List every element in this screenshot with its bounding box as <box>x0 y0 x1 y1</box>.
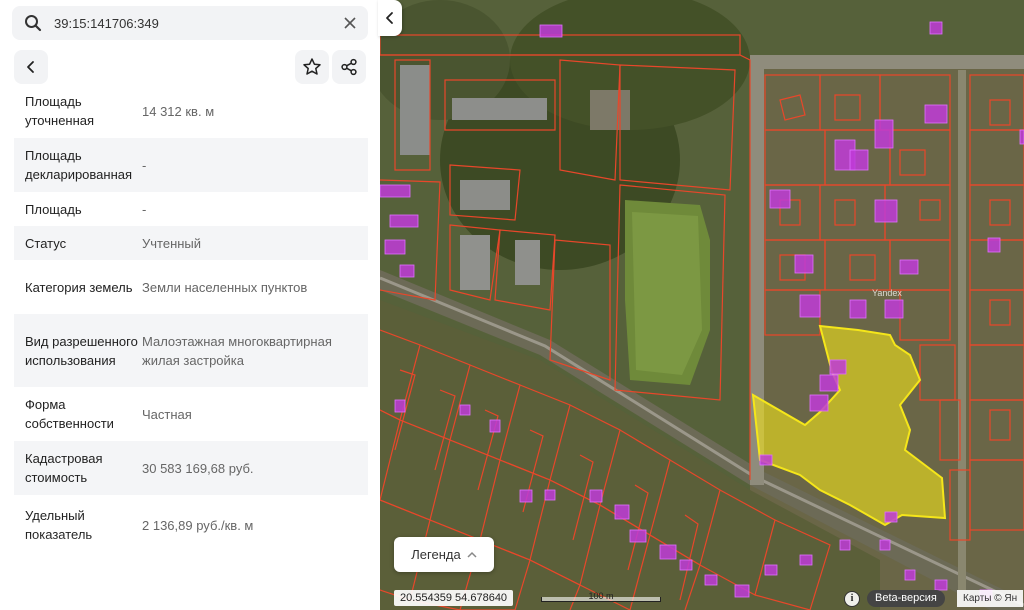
property-value: 30 583 169,68 руб. <box>142 460 254 476</box>
favorite-button[interactable] <box>295 50 329 84</box>
property-value: Малоэтажная многоквартирная жилая застро… <box>142 333 332 368</box>
map-view[interactable]: Yandex <box>380 0 1024 610</box>
property-key: Удельный показатель <box>25 508 93 542</box>
property-row: Категория земель Земли населенных пункто… <box>14 260 368 314</box>
panel-toolbar <box>12 50 368 86</box>
property-key: Статус <box>25 235 67 251</box>
search-bar <box>12 6 368 40</box>
property-row: Площадь декларированная - <box>14 138 368 192</box>
property-value: Учтенный <box>142 235 202 251</box>
back-button[interactable] <box>14 50 48 84</box>
copyright-text: Карты © Ян <box>957 590 1024 607</box>
scale-bar: 100 m <box>541 590 661 606</box>
property-key: Категория земель <box>25 279 133 295</box>
property-row: Кадастровая стоимость 30 583 169,68 руб. <box>14 441 368 495</box>
info-panel: Площадь уточненная 14 312 кв. м Площадь … <box>0 0 380 610</box>
property-row: Форма собственности Частная <box>14 387 368 441</box>
star-icon <box>303 58 321 75</box>
chevron-left-icon <box>27 61 34 73</box>
share-icon <box>341 58 357 76</box>
property-row: Площадь уточненная 14 312 кв. м <box>14 84 368 138</box>
search-input[interactable] <box>54 8 336 38</box>
legend-button[interactable]: Легенда <box>394 537 494 572</box>
search-icon <box>22 12 44 34</box>
property-value: Частная <box>142 406 192 422</box>
map-watermark: Yandex <box>872 288 902 298</box>
property-row: Удельный показатель 2 136,89 руб./кв. м <box>14 495 368 555</box>
property-key: Площадь уточненная <box>25 94 95 128</box>
share-button[interactable] <box>332 50 366 84</box>
info-icon[interactable]: i <box>844 591 860 607</box>
property-row: Вид разрешенного использования Малоэтажн… <box>14 314 368 387</box>
beta-badge[interactable]: Beta-версия <box>867 590 945 607</box>
property-key: Кадастровая стоимость <box>25 451 103 485</box>
property-key: Площадь декларированная <box>25 148 133 182</box>
coordinates-readout: 20.554359 54.678640 <box>394 590 514 606</box>
property-value: Земли населенных пунктов <box>142 279 308 295</box>
legend-label: Легенда <box>411 547 461 562</box>
collapse-panel-button[interactable] <box>378 0 402 36</box>
property-key: Площадь <box>25 201 82 217</box>
property-value: 2 136,89 руб./кв. м <box>142 517 254 533</box>
property-row: Площадь - <box>14 192 368 226</box>
chevron-left-icon <box>386 12 393 24</box>
satellite-map[interactable] <box>380 0 1024 610</box>
property-key: Вид разрешенного использования <box>25 333 138 368</box>
property-value: 14 312 кв. м <box>142 103 215 119</box>
property-value: - <box>142 201 147 217</box>
property-value: - <box>142 157 147 173</box>
property-key: Форма собственности <box>25 397 114 431</box>
close-icon[interactable] <box>336 9 364 37</box>
scale-label: 100 m <box>588 591 614 601</box>
property-row: Статус Учтенный <box>14 226 368 260</box>
property-list: Площадь уточненная 14 312 кв. м Площадь … <box>14 84 368 555</box>
chevron-up-icon <box>467 548 477 562</box>
